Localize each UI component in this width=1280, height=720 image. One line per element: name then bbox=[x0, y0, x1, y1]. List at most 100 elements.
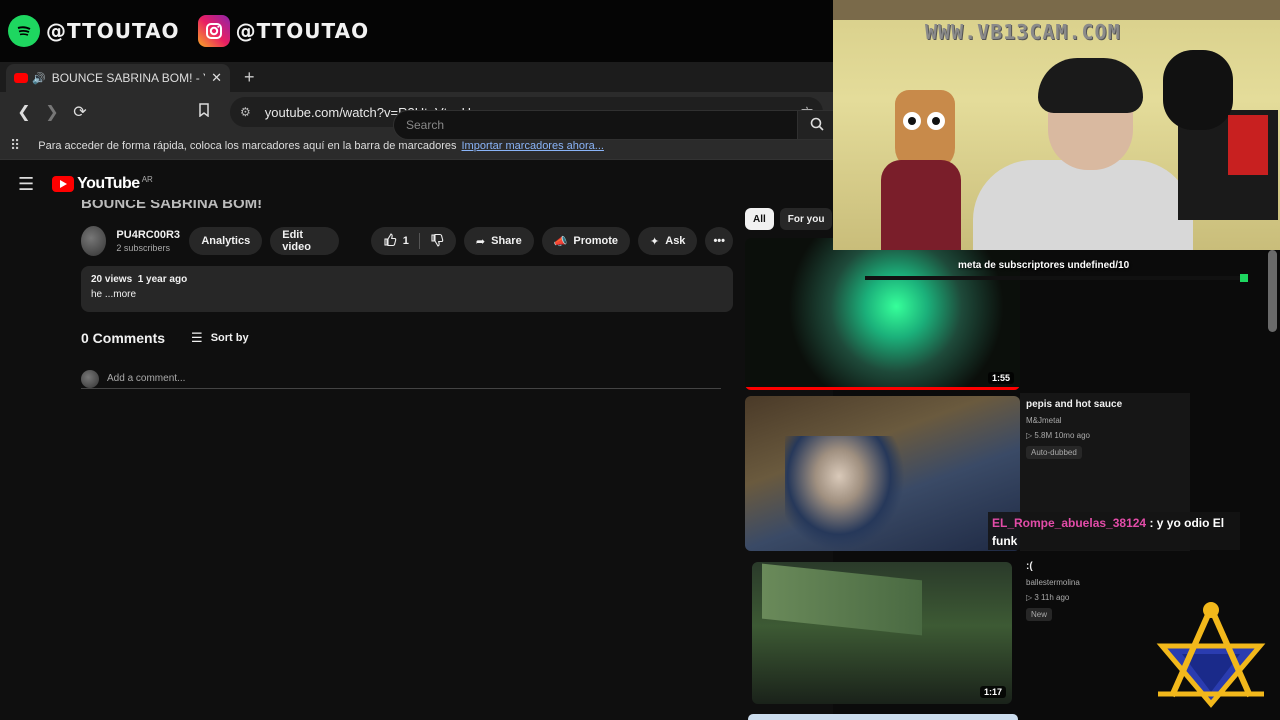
youtube-logo[interactable]: YouTube AR bbox=[52, 175, 153, 193]
recommended-thumbnail-4[interactable] bbox=[748, 714, 1018, 720]
search-icon bbox=[810, 117, 824, 134]
add-comment-field[interactable]: Add a comment... bbox=[81, 369, 721, 389]
region-code: AR bbox=[141, 174, 153, 184]
duration-badge: 1:55 bbox=[987, 372, 1014, 384]
avatar[interactable] bbox=[81, 226, 107, 256]
filter-chips: All For you bbox=[745, 208, 838, 230]
import-bookmarks-link[interactable]: Importar marcadores ahora... bbox=[462, 140, 604, 152]
promote-label: Promote bbox=[573, 235, 619, 247]
stream-social-bar: @TTOUTAO @TTOUTAO bbox=[0, 0, 833, 62]
channel-info: PU4RC00R3 2 subscribers bbox=[116, 229, 189, 253]
share-icon: ➦ bbox=[475, 235, 486, 248]
share-button[interactable]: ➦ Share bbox=[463, 227, 534, 255]
sort-label: Sort by bbox=[210, 332, 249, 344]
search-placeholder: Search bbox=[406, 118, 445, 132]
arrow-left-icon[interactable]: ❮ bbox=[10, 102, 38, 122]
tab-strip: 🔊 BOUNCE SABRINA BOM! - YouTube ✕ + bbox=[0, 62, 833, 92]
bookmarks-hint: Para acceder de forma rápida, coloca los… bbox=[38, 139, 457, 152]
recommended-title[interactable]: pepis and hot sauce bbox=[1026, 399, 1186, 410]
browser-tab-youtube[interactable]: 🔊 BOUNCE SABRINA BOM! - YouTube ✕ bbox=[6, 64, 230, 92]
like-count: 1 bbox=[402, 235, 409, 247]
share-label: Share bbox=[491, 235, 522, 247]
comments-header: 0 Comments ☰ Sort by bbox=[81, 330, 249, 346]
tab-title: BOUNCE SABRINA BOM! - YouTube bbox=[51, 71, 205, 85]
mascot-eye bbox=[903, 112, 921, 130]
mascot-figure bbox=[895, 90, 955, 170]
new-tab-button[interactable]: + bbox=[244, 67, 255, 88]
spotify-handle-text: @TTOUTAO bbox=[46, 19, 180, 43]
comment-placeholder: Add a comment... bbox=[107, 373, 186, 384]
goal-progress-marker bbox=[1240, 274, 1248, 282]
screen: @TTOUTAO @TTOUTAO 🔊 BOUNCE SABRINA BOM! … bbox=[0, 0, 1280, 720]
thumbs-down-icon[interactable] bbox=[430, 233, 444, 250]
youtube-wordmark: YouTube bbox=[77, 175, 140, 192]
page-scrollbar[interactable] bbox=[1268, 250, 1277, 332]
more-actions-button[interactable]: ••• bbox=[705, 227, 733, 255]
mascot-eye bbox=[927, 112, 945, 130]
edit-video-button[interactable]: Edit video bbox=[270, 227, 339, 255]
thumbnail-person bbox=[785, 436, 905, 551]
browser-window: 🔊 BOUNCE SABRINA BOM! - YouTube ✕ + ❮ ❯ … bbox=[0, 62, 833, 720]
streamer-hair bbox=[1038, 58, 1143, 113]
recommended-info-2[interactable]: pepis and hot sauce M&Jmetal ▷ 5.8M 10mo… bbox=[1026, 399, 1186, 460]
new-badge: New bbox=[1026, 608, 1053, 621]
recommended-stats: ▷ 5.8M 10mo ago bbox=[1026, 431, 1090, 440]
microphone-icon bbox=[1163, 50, 1233, 130]
thumbnail-train bbox=[762, 563, 922, 636]
bookmark-icon[interactable] bbox=[190, 102, 218, 122]
subscriber-goal-text: meta de subscriptores undefined/10 bbox=[958, 260, 1130, 271]
search-button[interactable] bbox=[797, 110, 837, 140]
comment-count: 0 Comments bbox=[81, 330, 166, 346]
view-count: 20 views bbox=[91, 274, 133, 285]
video-title: BOUNCE SABRINA BOM! bbox=[81, 200, 263, 212]
recommended-title[interactable]: :( bbox=[1026, 561, 1186, 572]
ask-button[interactable]: ✦ Ask bbox=[638, 227, 698, 255]
speaker-icon[interactable]: 🔊 bbox=[32, 72, 46, 85]
recommended-thumbnail-3[interactable]: 1:17 bbox=[752, 562, 1012, 704]
description-text[interactable]: he ...more bbox=[91, 289, 723, 300]
more-icon: ••• bbox=[713, 235, 725, 247]
chip-for-you[interactable]: For you bbox=[779, 208, 833, 230]
analytics-button[interactable]: Analytics bbox=[189, 227, 263, 255]
hamburger-icon[interactable]: ☰ bbox=[18, 174, 34, 195]
search-input[interactable]: Search bbox=[393, 110, 833, 140]
chip-all[interactable]: All bbox=[745, 208, 774, 230]
sparkle-icon: ✦ bbox=[650, 235, 660, 248]
edit-video-label: Edit video bbox=[282, 229, 311, 253]
channel-logo-icon bbox=[1156, 602, 1266, 708]
upload-age: 1 year ago bbox=[137, 274, 188, 285]
megaphone-icon: 📣 bbox=[553, 235, 568, 248]
instagram-handle-text: @TTOUTAO bbox=[235, 19, 370, 43]
recommended-channel[interactable]: ballestermolina bbox=[1026, 578, 1186, 587]
cam-ceiling bbox=[833, 0, 1280, 20]
instagram-handle: @TTOUTAO bbox=[197, 15, 370, 47]
watch-progress-bar bbox=[745, 387, 1020, 390]
auto-dubbed-badge: Auto-dubbed bbox=[1026, 446, 1082, 459]
youtube-play-icon bbox=[52, 176, 75, 192]
like-dislike-group: 1 bbox=[370, 227, 456, 255]
analytics-label: Analytics bbox=[201, 235, 251, 247]
like-divider bbox=[418, 233, 420, 249]
apps-grid-icon[interactable]: ⠿ bbox=[10, 137, 20, 154]
spotify-handle: @TTOUTAO bbox=[8, 15, 180, 47]
promote-button[interactable]: 📣 Promote bbox=[541, 227, 631, 255]
subscriber-goal-widget: meta de subscriptores undefined/10 bbox=[865, 258, 1257, 284]
recommended-thumbnail-2[interactable] bbox=[745, 396, 1020, 551]
red-poster bbox=[1228, 115, 1268, 175]
streamer-hoodie bbox=[973, 160, 1193, 250]
arrow-right-icon[interactable]: ❯ bbox=[38, 102, 66, 122]
site-settings-icon[interactable]: ⚙ bbox=[240, 105, 251, 119]
goal-progress-track bbox=[865, 276, 1245, 280]
ask-label: Ask bbox=[665, 235, 686, 247]
sort-comments-button[interactable]: ☰ Sort by bbox=[191, 330, 249, 346]
description-box[interactable]: 20 views 1 year ago he ...more bbox=[81, 266, 733, 312]
reload-icon[interactable]: ⟳ bbox=[66, 102, 94, 122]
channel-name[interactable]: PU4RC00R3 bbox=[116, 229, 189, 241]
thumbs-up-icon[interactable] bbox=[383, 232, 397, 250]
subscriber-count: 2 subscribers bbox=[116, 243, 170, 253]
spotify-icon bbox=[8, 15, 40, 47]
duration-badge: 1:17 bbox=[979, 686, 1006, 698]
close-tab-icon[interactable]: ✕ bbox=[211, 70, 222, 86]
chat-message: EL_Rompe_abuelas_38124 : y yo odio El fu… bbox=[988, 512, 1240, 550]
recommended-channel[interactable]: M&Jmetal bbox=[1026, 416, 1186, 425]
